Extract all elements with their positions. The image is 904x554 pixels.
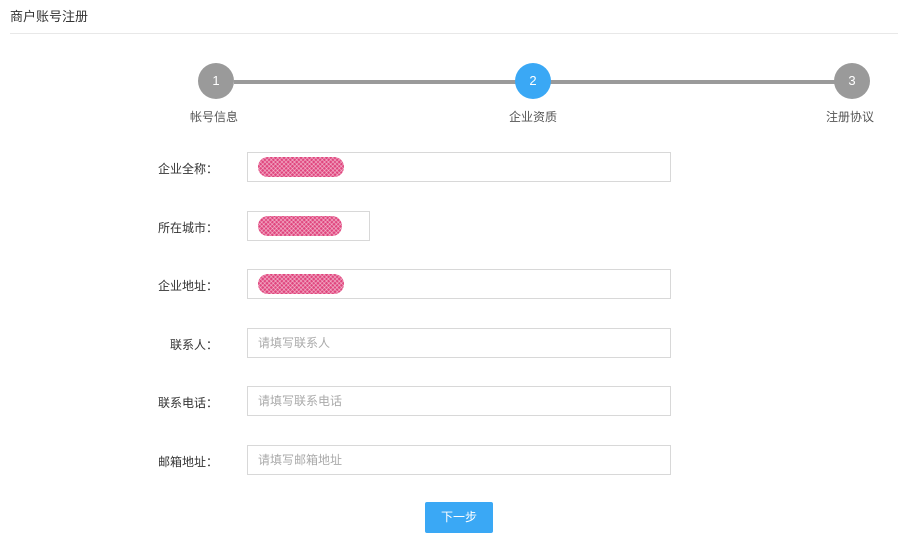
step-3-circle: 3: [834, 63, 870, 99]
city-label: 所在城市：: [157, 221, 218, 235]
redacted-value: [258, 216, 342, 236]
phone-label: 联系电话：: [157, 396, 218, 410]
step-1-label: 帐号信息: [190, 110, 239, 124]
city-field[interactable]: [247, 211, 370, 241]
next-step-button[interactable]: 下一步: [425, 502, 493, 533]
redacted-value: [258, 157, 344, 177]
company-name-label: 企业全称：: [157, 162, 218, 176]
email-label: 邮箱地址：: [157, 455, 218, 469]
contact-field[interactable]: 请填写联系人: [247, 328, 671, 358]
page-title: 商户账号注册: [10, 10, 89, 25]
step-connector-1-2: [234, 80, 520, 84]
contact-label: 联系人：: [169, 338, 218, 352]
redacted-value: [258, 274, 344, 294]
company-name-field[interactable]: [247, 152, 671, 182]
step-2-circle: 2: [515, 63, 551, 99]
address-label: 企业地址：: [157, 279, 218, 293]
title-divider: [10, 33, 898, 34]
step-1-circle: 1: [198, 63, 234, 99]
email-field[interactable]: 请填写邮箱地址: [247, 445, 671, 475]
step-connector-2-3: [548, 80, 838, 84]
phone-field[interactable]: 请填写联系电话: [247, 386, 671, 416]
step-2-label: 企业资质: [509, 110, 558, 124]
address-field[interactable]: [247, 269, 671, 299]
step-3-label: 注册协议: [826, 110, 875, 124]
